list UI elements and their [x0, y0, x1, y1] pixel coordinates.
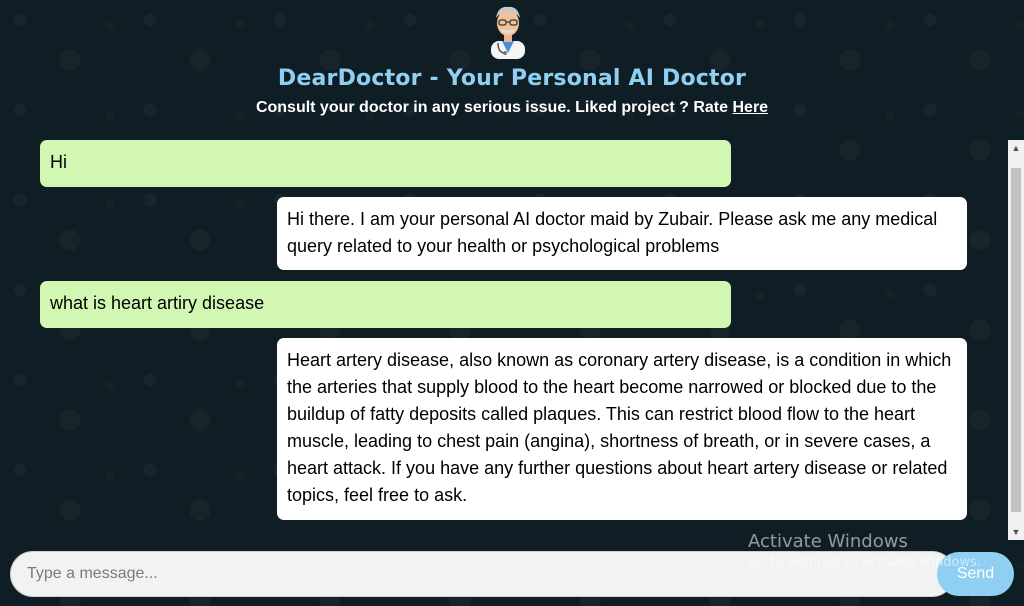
message-input[interactable]: [10, 551, 955, 597]
scroll-up-arrow-icon[interactable]: ▲: [1008, 140, 1024, 156]
bot-message: Hi there. I am your personal AI doctor m…: [277, 197, 967, 270]
page-title: DearDoctor - Your Personal AI Doctor: [277, 66, 747, 91]
doctor-avatar-icon: [486, 3, 530, 59]
chat-messages[interactable]: Hi Hi there. I am your personal AI docto…: [0, 140, 1008, 540]
rate-link[interactable]: Here: [732, 99, 768, 116]
scroll-thumb[interactable]: [1011, 168, 1021, 512]
user-message: what is heart artiry disease: [40, 281, 731, 328]
app-header: DearDoctor - Your Personal AI Doctor Con…: [0, 0, 1024, 132]
bot-message: Heart artery disease, also known as coro…: [277, 338, 967, 520]
subtitle-text: Consult your doctor in any serious issue…: [255, 99, 733, 116]
user-message: Hi: [40, 140, 731, 187]
page-subtitle: Consult your doctor in any serious issue…: [0, 99, 1024, 117]
chat-scrollbar[interactable]: ▲ ▼: [1008, 140, 1024, 540]
scroll-down-arrow-icon[interactable]: ▼: [1008, 524, 1024, 540]
send-button[interactable]: Send: [937, 552, 1014, 596]
